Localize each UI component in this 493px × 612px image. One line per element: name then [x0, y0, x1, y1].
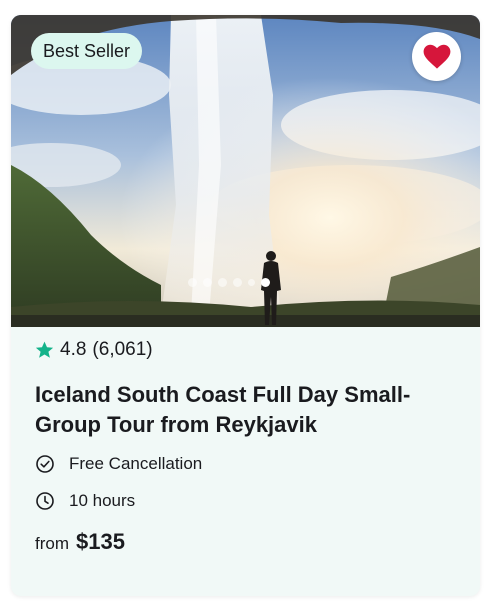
tour-title[interactable]: Iceland South Coast Full Day Small-Group…	[35, 380, 455, 440]
carousel-dot[interactable]	[203, 278, 212, 287]
feature-duration: 10 hours	[35, 488, 460, 514]
feature-label: 10 hours	[69, 491, 136, 510]
feature-free-cancellation: Free Cancellation	[35, 451, 460, 477]
tour-photo[interactable]: Best Seller	[11, 15, 480, 327]
price-prefix: from	[35, 534, 69, 553]
carousel-dot[interactable]	[218, 278, 227, 287]
review-count: (6,061)	[92, 339, 153, 360]
feature-label: Free Cancellation	[69, 454, 203, 473]
carousel-dot[interactable]	[188, 278, 197, 287]
favorite-button[interactable]	[412, 32, 461, 81]
price-amount: $135	[76, 529, 125, 554]
rating-score: 4.8	[60, 339, 87, 360]
rating: 4.8 (6,061)	[35, 337, 460, 363]
best-seller-badge: Best Seller	[31, 33, 143, 69]
badge-label: Best Seller	[43, 40, 131, 61]
carousel-indicator	[188, 278, 270, 287]
tour-card[interactable]: Best Seller 4.8 (6,061) Iceland South Co…	[11, 15, 480, 596]
carousel-dot-active[interactable]	[261, 278, 270, 287]
price: from $135	[35, 529, 460, 555]
carousel-dot[interactable]	[248, 279, 255, 286]
check-circle-icon	[35, 454, 55, 474]
tour-info: 4.8 (6,061) Iceland South Coast Full Day…	[35, 337, 460, 555]
star-icon	[35, 341, 54, 359]
clock-icon	[35, 491, 55, 511]
carousel-dot[interactable]	[233, 278, 242, 287]
heart-icon	[423, 44, 450, 69]
